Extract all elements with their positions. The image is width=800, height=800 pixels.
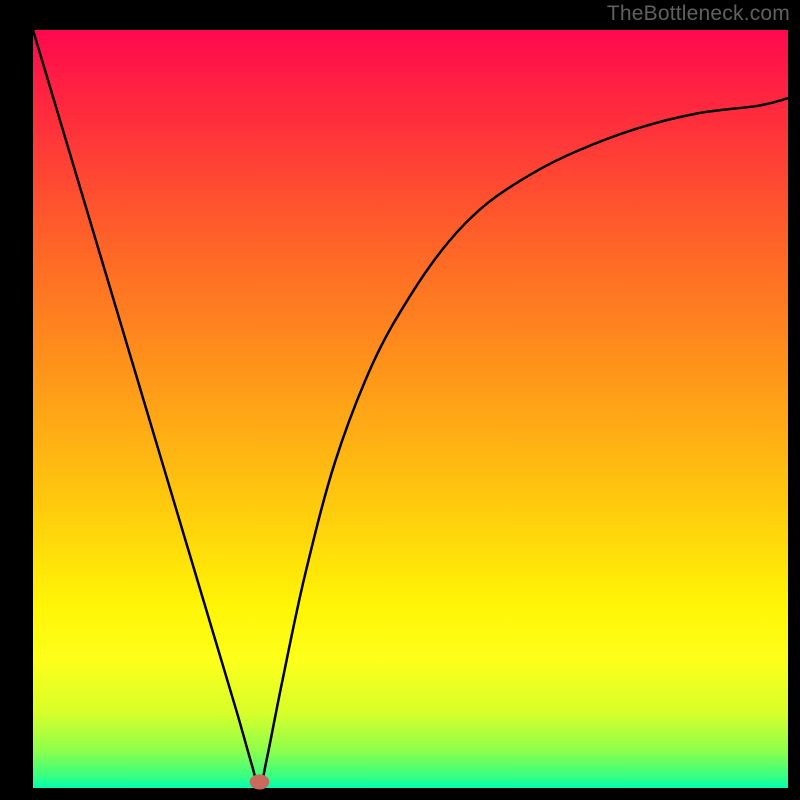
bottleneck-chart: [0, 0, 800, 800]
optimum-marker: [250, 774, 270, 789]
chart-frame: TheBottleneck.com: [0, 0, 800, 800]
